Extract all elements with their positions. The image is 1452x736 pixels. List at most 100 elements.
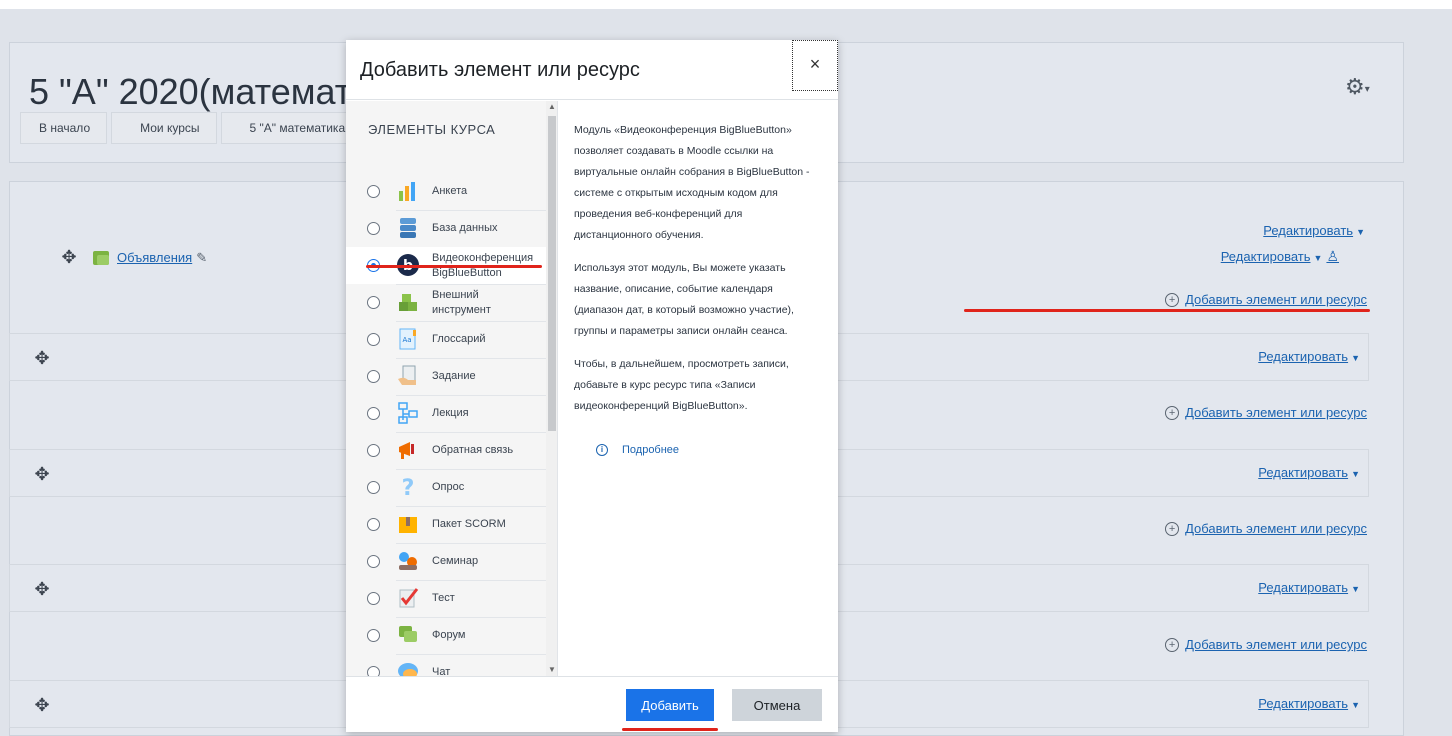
caret-down-icon: ▼ — [1351, 700, 1360, 710]
caret-down-icon: ▼ — [1351, 353, 1360, 363]
activity-radio[interactable] — [367, 518, 380, 531]
activity-label: Лекция — [432, 407, 469, 419]
edit-menu-section[interactable]: Редактировать ▼ — [1258, 349, 1360, 364]
activity-item[interactable]: База данных — [346, 210, 546, 247]
activity-item[interactable]: Чат — [346, 654, 546, 676]
move-icon[interactable]: ✥ — [32, 579, 52, 600]
edit-label: Редактировать — [1220, 249, 1311, 264]
activity-radio[interactable] — [367, 629, 380, 642]
activity-item[interactable]: Aa Глоссарий — [346, 321, 546, 358]
breadcrumb: В начало Мои курсы 5 "А" математика — [20, 112, 366, 144]
glossary-icon: Aa — [396, 327, 420, 351]
activity-radio[interactable] — [367, 185, 380, 198]
add-activity-link[interactable]: + Добавить элемент или ресурс — [1165, 637, 1367, 652]
activity-item[interactable]: Обратная связь — [346, 432, 546, 469]
forum-icon — [396, 623, 420, 647]
add-activity-link[interactable]: + Добавить элемент или ресурс — [1165, 405, 1367, 420]
activity-chooser-modal: Добавить элемент или ресурс × ЭЛЕМЕНТЫ К… — [346, 40, 838, 732]
activity-label: Тест — [432, 592, 455, 604]
activity-label: Опрос — [432, 481, 465, 493]
move-icon[interactable]: ✥ — [59, 247, 79, 268]
more-info-link[interactable]: i Подробнее — [596, 444, 679, 456]
lesson-icon — [396, 401, 420, 425]
activity-radio[interactable] — [367, 407, 380, 420]
activity-label: Глоссарий — [432, 333, 486, 345]
activity-radio[interactable] — [367, 555, 380, 568]
database-icon — [396, 216, 420, 240]
activity-radio[interactable] — [367, 370, 380, 383]
scrollbar[interactable]: ▲ ▼ — [546, 101, 557, 676]
activity-item[interactable]: Тест — [346, 580, 546, 617]
activity-radio[interactable] — [367, 296, 380, 309]
info-icon: i — [596, 444, 608, 456]
activity-item[interactable]: Задание — [346, 358, 546, 395]
move-icon[interactable]: ✥ — [32, 464, 52, 485]
close-button[interactable]: × — [792, 40, 838, 91]
move-icon[interactable]: ✥ — [32, 695, 52, 716]
activity-radio[interactable] — [367, 481, 380, 494]
activity-label: Семинар — [432, 555, 479, 567]
add-activity-link[interactable]: + Добавить элемент или ресурс — [1165, 292, 1367, 307]
chevron-down-icon: ▾ — [1364, 84, 1370, 95]
activity-radio[interactable] — [367, 444, 380, 457]
module-description: Модуль «Видеоконференция BigBlueButton» … — [574, 120, 819, 429]
activity-item[interactable]: Внешний инструмент — [346, 284, 546, 321]
edit-menu-activity[interactable]: Редактировать ▼ ♙ — [1221, 248, 1339, 265]
plus-circle-icon: + — [1165, 406, 1180, 420]
edit-menu-section[interactable]: Редактировать ▼ — [1263, 223, 1365, 238]
user-icon[interactable]: ♙ — [1326, 248, 1339, 264]
gear-icon[interactable]: ⚙▾ — [1345, 73, 1373, 101]
edit-label: Редактировать — [1258, 696, 1349, 711]
feedback-icon — [396, 438, 420, 462]
description-paragraph: Модуль «Видеоконференция BigBlueButton» … — [574, 124, 810, 241]
scroll-up-icon[interactable]: ▲ — [546, 101, 557, 113]
activity-item[interactable]: ? Опрос — [346, 469, 546, 506]
modal-footer: Добавить Отмена — [346, 676, 838, 732]
external-tool-icon — [396, 290, 420, 314]
svg-text:Aa: Aa — [402, 336, 411, 344]
description-paragraph: Используя этот модуль, Вы можете указать… — [574, 262, 794, 337]
activity-radio[interactable] — [367, 592, 380, 605]
svg-text:?: ? — [402, 476, 415, 499]
breadcrumb-home[interactable]: В начало — [20, 112, 108, 144]
breadcrumb-my-courses[interactable]: Мои курсы — [111, 112, 217, 144]
scrollbar-thumb[interactable] — [548, 116, 556, 431]
add-activity-label: Добавить элемент или ресурс — [1185, 637, 1367, 652]
activity-item[interactable]: Пакет SCORM — [346, 506, 546, 543]
top-strip — [0, 0, 1452, 9]
add-activity-label: Добавить элемент или ресурс — [1185, 521, 1367, 536]
workshop-icon — [396, 549, 420, 573]
announcements-link[interactable]: Объявления — [117, 250, 192, 265]
list-heading: ЭЛЕМЕНТЫ КУРСА — [368, 122, 496, 137]
quiz-icon — [396, 586, 420, 610]
activity-item[interactable]: Семинар — [346, 543, 546, 580]
activity-radio[interactable] — [367, 222, 380, 235]
plus-circle-icon: + — [1165, 293, 1180, 307]
add-activity-label: Добавить элемент или ресурс — [1185, 292, 1367, 307]
caret-down-icon: ▼ — [1356, 227, 1365, 237]
activity-list: ЭЛЕМЕНТЫ КУРСА АнкетаБаза данныхbВидеоко… — [346, 101, 558, 676]
highlight-underline — [622, 728, 718, 731]
cancel-button[interactable]: Отмена — [732, 689, 822, 721]
move-icon[interactable]: ✥ — [32, 348, 52, 369]
breadcrumb-course[interactable]: 5 "А" математика — [220, 112, 363, 144]
description-paragraph: Чтобы, в дальнейшем, просмотреть записи,… — [574, 358, 789, 412]
activity-radio[interactable] — [367, 333, 380, 346]
activity-item[interactable]: Лекция — [346, 395, 546, 432]
activity-label: Чат — [432, 666, 451, 676]
activity-label: Обратная связь — [432, 444, 514, 456]
add-button[interactable]: Добавить — [626, 689, 714, 721]
survey-icon — [396, 179, 420, 203]
edit-menu-section[interactable]: Редактировать ▼ — [1258, 580, 1360, 595]
scroll-down-icon[interactable]: ▼ — [546, 664, 557, 676]
activity-item[interactable]: Анкета — [346, 173, 546, 210]
activity-item[interactable]: Форум — [346, 617, 546, 654]
edit-menu-section[interactable]: Редактировать ▼ — [1258, 696, 1360, 711]
edit-menu-section[interactable]: Редактировать ▼ — [1258, 465, 1360, 480]
pencil-icon[interactable]: ✎ — [196, 250, 207, 266]
assignment-icon — [396, 364, 420, 388]
activity-radio[interactable] — [367, 666, 380, 676]
choice-icon: ? — [396, 475, 420, 501]
caret-down-icon: ▼ — [1351, 584, 1360, 594]
add-activity-link[interactable]: + Добавить элемент или ресурс — [1165, 521, 1367, 536]
